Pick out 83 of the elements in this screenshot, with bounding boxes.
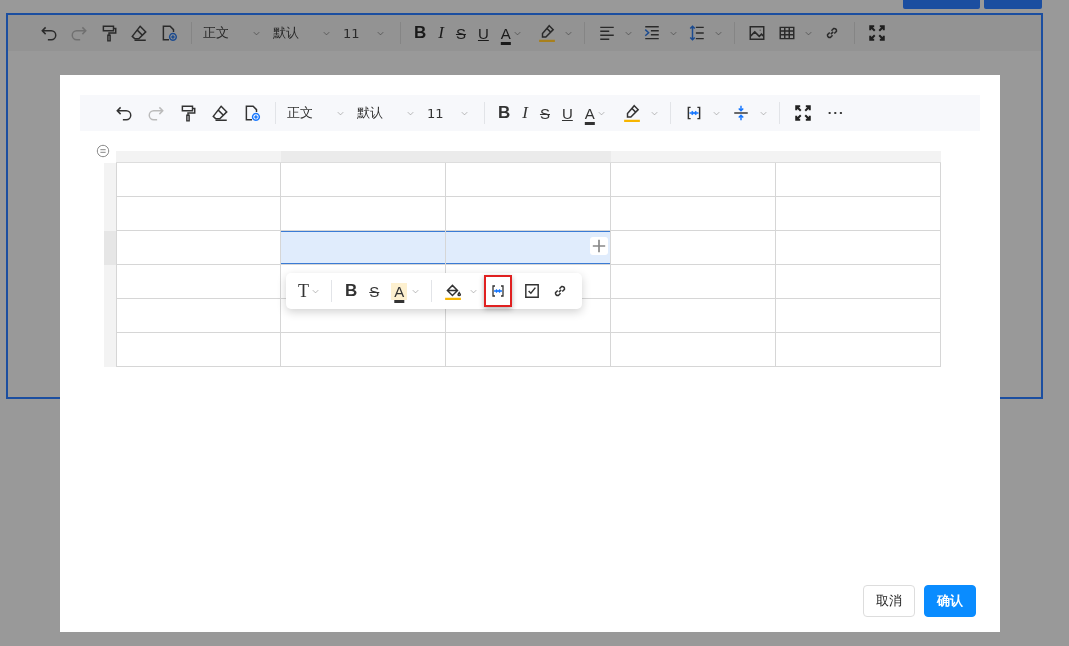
editor-tab[interactable] (903, 0, 980, 9)
font-color-button[interactable]: A (391, 282, 408, 300)
table-cell[interactable] (776, 265, 941, 299)
table-cell[interactable] (611, 299, 776, 333)
highlighter-icon[interactable] (537, 24, 556, 42)
plus-icon[interactable] (590, 237, 608, 255)
italic-button[interactable]: I (522, 103, 528, 123)
row-header[interactable] (104, 163, 116, 197)
table-icon[interactable] (777, 24, 796, 42)
fill-color-icon[interactable] (444, 282, 463, 300)
paint-roller-icon[interactable] (179, 104, 197, 122)
font-dropdown[interactable]: 默认 (353, 104, 423, 122)
image-icon[interactable] (747, 24, 766, 42)
column-header[interactable] (116, 151, 281, 163)
row-header[interactable] (104, 333, 116, 367)
add-document-icon[interactable] (243, 104, 261, 122)
merge-cells-button[interactable] (484, 275, 513, 307)
underline-button[interactable]: U (561, 104, 573, 122)
line-height-icon[interactable] (687, 24, 706, 42)
undo-icon[interactable] (115, 104, 133, 122)
align-left-icon[interactable] (597, 24, 616, 42)
highlighter-icon[interactable] (622, 104, 641, 122)
table-cell[interactable] (611, 333, 776, 367)
table-cell[interactable] (116, 231, 281, 265)
table-cell[interactable] (776, 231, 941, 265)
bold-button[interactable]: B (498, 103, 511, 123)
row-header[interactable] (104, 231, 116, 265)
eraser-icon[interactable] (211, 104, 229, 122)
italic-button[interactable]: I (438, 23, 444, 43)
column-header[interactable] (446, 151, 611, 163)
table-cell[interactable] (776, 333, 941, 367)
column-header[interactable] (281, 151, 446, 163)
strikethrough-button[interactable]: S (455, 24, 466, 42)
redo-icon[interactable] (147, 104, 165, 122)
table-cell[interactable] (776, 299, 941, 333)
table-cell[interactable] (611, 197, 776, 231)
redo-icon[interactable] (70, 24, 88, 42)
add-document-icon[interactable] (160, 24, 178, 42)
paragraph-style-dropdown[interactable]: 正文 (199, 24, 269, 42)
undo-icon[interactable] (40, 24, 58, 42)
checkbox-icon[interactable] (523, 282, 542, 300)
table-cell[interactable] (446, 231, 611, 265)
paint-roller-icon[interactable] (100, 24, 118, 42)
eraser-icon[interactable] (130, 24, 148, 42)
vertical-align-icon[interactable] (731, 104, 750, 122)
editor-tab[interactable] (984, 0, 1042, 9)
table-cell[interactable] (446, 197, 611, 231)
column-header[interactable] (611, 151, 776, 163)
text-style-button[interactable]: T (298, 280, 309, 302)
indent-icon[interactable] (642, 24, 661, 42)
table-cell[interactable] (116, 333, 281, 367)
table-cell[interactable] (281, 231, 446, 265)
font-color-button[interactable]: A (500, 24, 526, 42)
table-cell[interactable] (776, 197, 941, 231)
table-cell[interactable] (446, 333, 611, 367)
table-cell[interactable] (116, 197, 281, 231)
table-cell[interactable] (611, 231, 776, 265)
cancel-button[interactable]: 取消 (863, 585, 915, 617)
font-color-button[interactable]: A (584, 104, 610, 122)
fullscreen-icon[interactable] (793, 104, 812, 122)
font-size-dropdown[interactable]: 11 (423, 105, 477, 121)
table-cell[interactable] (611, 265, 776, 299)
strikethrough-button[interactable]: S (369, 282, 380, 300)
table-cell[interactable] (116, 299, 281, 333)
underline-button[interactable]: U (477, 24, 489, 42)
table-cell[interactable] (116, 163, 281, 197)
table-cell[interactable] (281, 333, 446, 367)
table-cell[interactable] (281, 163, 446, 197)
row-header[interactable] (104, 265, 116, 299)
table-cell[interactable] (281, 197, 446, 231)
table-cell[interactable] (611, 163, 776, 197)
table-cell[interactable] (446, 163, 611, 197)
font-size-dropdown[interactable]: 11 (339, 25, 393, 41)
table-handle-icon[interactable] (96, 144, 110, 158)
column-header[interactable] (776, 151, 941, 163)
paragraph-style-dropdown[interactable]: 正文 (283, 104, 353, 122)
table-cell[interactable] (776, 163, 941, 197)
bold-button[interactable]: B (345, 281, 358, 301)
strikethrough-button[interactable]: S (539, 104, 550, 122)
bold-button[interactable]: B (414, 23, 427, 43)
row-header[interactable] (104, 197, 116, 231)
font-dropdown[interactable]: 默认 (269, 24, 339, 42)
table-cell[interactable] (116, 265, 281, 299)
